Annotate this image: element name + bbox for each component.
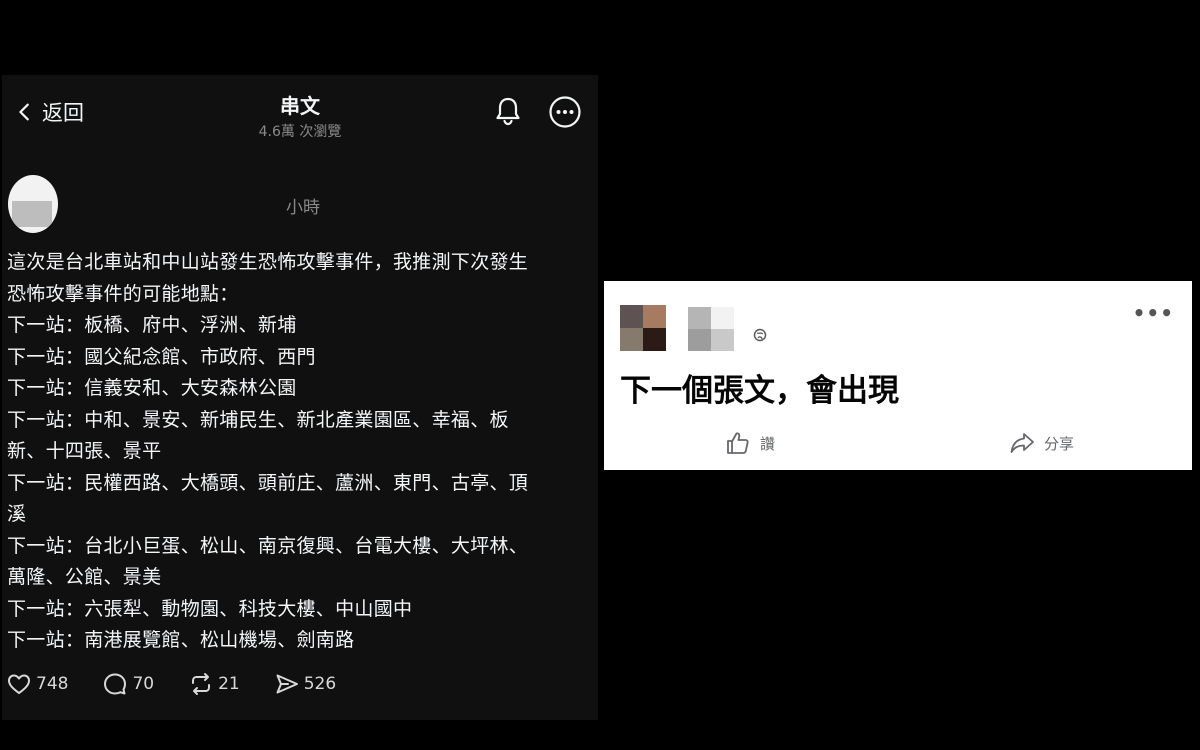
post-time: 小時 [286,198,320,218]
post-line: 下一站：民權西路、大橋頭、頭前庄、蘆洲、東門、古亭、頂 [7,471,529,494]
share-count: 526 [303,674,337,694]
post-line: 下一站：信義安和、大安森林公園 [7,377,297,399]
comment-button[interactable]: 70 [102,671,154,697]
post-body: 這次是台北車站和中山站發生恐怖攻擊事件，我推測下次發生 恐怖攻擊事件的可能地點：… [7,247,592,657]
post-line: 恐怖攻擊事件的可能地點： [7,282,239,305]
author-avatar[interactable] [8,175,58,233]
comment-count: 70 [132,674,155,694]
more-icon[interactable] [548,95,582,129]
fb-more-options[interactable]: ••• [1133,301,1174,325]
fb-post-text: 下一個張文，會出現 [620,373,899,409]
like-count: 748 [36,674,69,694]
repost-icon [192,673,211,695]
fb-like-label: 讚 [760,434,776,453]
globe-icon [753,328,767,342]
fb-like-button[interactable]: 讚 [724,429,775,457]
like-button[interactable]: 748 [6,671,68,697]
fb-author-name-blur[interactable] [688,307,734,351]
post-line: 新、十四張、景平 [7,440,162,462]
avatar-blur [12,201,52,227]
thumbs-up-icon [727,432,749,454]
comment-icon [104,673,127,695]
share-arrow-icon [1010,433,1034,453]
facebook-post-panel: ••• 下一個張文，會出現 讚 分享 [604,281,1192,470]
post-line: 溪 [7,503,27,525]
post-line: 下一站：板橋、府中、浮洲、新埔 [7,314,297,336]
repost-button[interactable]: 21 [188,671,240,697]
post-line: 萬隆、公館、景美 [7,566,162,588]
threads-header: 返回 串文 4.6萬 次瀏覽 [2,75,598,155]
post-line: 下一站：南港展覽館、松山機場、劍南路 [7,629,355,651]
fb-share-label: 分享 [1044,434,1075,453]
heart-icon [8,674,30,694]
threads-post-panel: 返回 串文 4.6萬 次瀏覽 小時 這次是台北車站和中山站發生恐怖攻擊事件，我推… [2,75,598,720]
repost-count: 21 [218,674,240,694]
post-line: 下一站：中和、景安、新埔民生、新北產業園區、幸福、板 [7,408,509,431]
post-line: 下一站：六張犁、動物園、科技大樓、中山國中 [7,597,413,620]
fb-action-bar: 讚 分享 [604,429,1192,459]
post-line: 下一站：國父紀念館、市政府、西門 [7,345,316,368]
post-actions: 748 70 21 526 [6,671,370,697]
fb-author-avatar[interactable] [620,305,666,351]
post-line: 這次是台北車站和中山站發生恐怖攻擊事件，我推測下次發生 [7,251,529,273]
fb-share-button[interactable]: 分享 [1008,429,1074,457]
post-line: 下一站：台北小巨蛋、松山、南京復興、台電大樓、大坪林、 [7,534,529,557]
send-button[interactable]: 526 [274,671,336,697]
send-icon [276,674,298,694]
bell-icon[interactable] [492,95,524,127]
